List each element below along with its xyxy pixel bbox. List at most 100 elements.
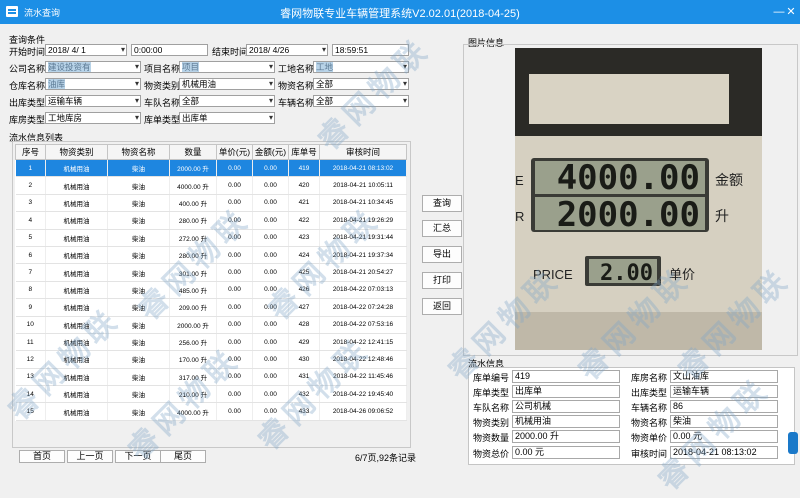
info-material-name-value: 柴油	[670, 415, 778, 428]
info-quantity-value: 2000.00 升	[512, 430, 620, 443]
table-cell: 9	[15, 298, 46, 317]
end-time-input[interactable]: 18:59:51	[332, 44, 409, 56]
table-cell: 机械用油	[45, 298, 108, 317]
table-cell: 机械用油	[45, 281, 108, 300]
table-cell: 6	[15, 246, 46, 265]
table-cell: 317.00 升	[169, 368, 217, 387]
close-icon[interactable]: ✕	[782, 3, 800, 21]
table-row[interactable]: 3 机械用油 柴油 400.00 升 0.00 0.00 421 2018-04-21 10:…	[15, 194, 407, 213]
column-header[interactable]: 审核时间	[319, 144, 407, 160]
project-label: 项目名称	[144, 64, 181, 74]
site-select[interactable]: 工地	[313, 61, 409, 73]
info-total-value: 0.00 元	[512, 446, 620, 459]
column-header[interactable]: 序号	[15, 144, 46, 160]
out-type-select[interactable]: 运输车辆	[45, 95, 141, 107]
material-name-label: 物资名称	[278, 81, 315, 91]
next-page-button[interactable]: 下一页	[115, 450, 161, 463]
query-button[interactable]: 查询	[422, 195, 462, 212]
table-row[interactable]: 7 机械用油 柴油 301.00 升 0.00 0.00 425 2018-04-21 20:…	[15, 263, 407, 282]
start-time-input[interactable]: 0:00:00	[131, 44, 208, 56]
column-header[interactable]: 物资类别	[45, 144, 108, 160]
table-cell: 机械用油	[45, 194, 108, 213]
team-select[interactable]: 全部	[179, 95, 275, 107]
project-value: 项目	[182, 62, 200, 72]
table-cell: 2018-04-21 20:54:27	[319, 263, 407, 282]
table-row[interactable]: 14 机械用油 柴油 210.00 升 0.00 0.00 432 2018-04-22 19…	[15, 385, 407, 404]
table-cell: 423	[288, 229, 320, 247]
table-row[interactable]: 6 机械用油 柴油 280.00 升 0.00 0.00 424 2018-04-21 19:…	[15, 246, 407, 265]
start-date-picker[interactable]: 2018/ 4/ 1	[45, 44, 127, 56]
pump-photo-image: 4000.00 2000.00 金额 升 E R 2.00 PRICE 单价	[515, 48, 762, 350]
info-total-label: 物资总价	[472, 449, 509, 459]
window-title: 睿网物联专业车辆管理系统V2.02.01(2018-04-25)	[280, 8, 520, 20]
table-row[interactable]: 12 机械用油 柴油 170.00 升 0.00 0.00 430 2018-04-22 12…	[15, 350, 407, 369]
table-row[interactable]: 13 机械用油 柴油 317.00 升 0.00 0.00 431 2018-04-22 11…	[15, 368, 407, 387]
table-row[interactable]: 4 机械用油 柴油 280.00 升 0.00 0.00 422 2018-04-21 19:…	[15, 211, 407, 230]
summary-button[interactable]: 汇总	[422, 220, 462, 237]
table-cell: 0.00	[216, 229, 253, 247]
column-header[interactable]: 数量	[169, 144, 217, 160]
table-cell: 0.00	[216, 246, 253, 265]
table-row[interactable]: 9 机械用油 柴油 209.00 升 0.00 0.00 427 2018-04-22 07:…	[15, 298, 407, 317]
end-date-picker[interactable]: 2018/ 4/26	[246, 44, 328, 56]
table-cell: 2018-04-22 19:45:40	[319, 385, 407, 404]
table-cell: 280.00 升	[169, 211, 217, 230]
table-row[interactable]: 15 机械用油 柴油 4000.00 升 0.00 0.00 433 2018-04-26 0…	[15, 402, 407, 421]
sign-e: E	[515, 173, 524, 188]
material-name-select[interactable]: 全部	[313, 78, 409, 90]
company-value: 建设投资有	[48, 62, 91, 72]
company-select[interactable]: 建设投资有	[45, 61, 141, 73]
table-cell: 485.00 升	[169, 281, 217, 300]
table-cell: 柴油	[107, 246, 170, 265]
table-cell: 272.00 升	[169, 229, 217, 247]
doc-no-value: 419	[512, 370, 620, 383]
material-type-label: 物资类别	[144, 81, 181, 91]
table-row[interactable]: 2 机械用油 柴油 4000.00 升 0.00 0.00 420 2018-04-21 10…	[15, 176, 407, 195]
warehouse-type-select[interactable]: 工地库房	[45, 112, 141, 124]
table-cell: 机械用油	[45, 159, 108, 178]
table-cell: 机械用油	[45, 402, 108, 421]
table-row[interactable]: 8 机械用油 柴油 485.00 升 0.00 0.00 426 2018-04-22 07:…	[15, 281, 407, 300]
volume-display: 2000.00	[557, 195, 700, 235]
table-cell: 机械用油	[45, 246, 108, 265]
warehouse-select[interactable]: 油库	[45, 78, 141, 90]
price-display: 2.00	[600, 261, 653, 286]
table-row[interactable]: 10 机械用油 柴油 2000.00 升 0.00 0.00 428 2018-04-22 0…	[15, 316, 407, 334]
print-button[interactable]: 打印	[422, 272, 462, 289]
first-page-button[interactable]: 首页	[19, 450, 65, 463]
table-row[interactable]: 11 机械用油 柴油 256.00 升 0.00 0.00 429 2018-04-22 12…	[15, 333, 407, 352]
table-cell: 4000.00 升	[169, 402, 217, 421]
table-cell: 机械用油	[45, 385, 108, 404]
table-cell: 419	[288, 159, 320, 178]
doc-type-select[interactable]: 出库单	[179, 112, 275, 124]
info-price-value: 0.00 元	[670, 430, 778, 443]
table-cell: 14	[15, 385, 46, 404]
pump-photo: 4000.00 2000.00 金额 升 E R 2.00 PRICE 单价	[515, 48, 762, 350]
flow-table: 序号 物资类别 物资名称 数量 单价(元) 金额(元) 库单号 审核时间 1 机械用油 柴油 200…	[15, 144, 407, 421]
table-cell: 0.00	[216, 281, 253, 300]
table-cell: 0.00	[216, 350, 253, 369]
vehicle-select[interactable]: 全部	[313, 95, 409, 107]
column-header[interactable]: 金额(元)	[252, 144, 289, 160]
table-cell: 0.00	[252, 159, 289, 178]
page-status: 6/7页,92条记录	[355, 453, 417, 463]
table-cell: 0.00	[252, 385, 289, 404]
table-row[interactable]: 5 机械用油 柴油 272.00 升 0.00 0.00 423 2018-04-21 19:…	[15, 229, 407, 247]
info-audit-value: 2018-04-21 08:13:02	[670, 446, 778, 459]
material-type-select[interactable]: 机械用油	[179, 78, 275, 90]
prev-page-button[interactable]: 上一页	[67, 450, 113, 463]
back-button[interactable]: 返回	[422, 298, 462, 315]
table-cell: 421	[288, 194, 320, 213]
last-page-button[interactable]: 尾页	[160, 450, 206, 463]
table-cell: 2000.00 升	[169, 159, 217, 178]
table-cell: 2000.00 升	[169, 316, 217, 334]
project-select[interactable]: 项目	[179, 61, 275, 73]
table-cell: 170.00 升	[169, 350, 217, 369]
column-header[interactable]: 单价(元)	[216, 144, 253, 160]
export-button[interactable]: 导出	[422, 246, 462, 263]
column-header[interactable]: 物资名称	[107, 144, 170, 160]
info-quantity-label: 物资数量	[472, 433, 509, 443]
column-header[interactable]: 库单号	[288, 144, 320, 160]
float-tool-icon[interactable]	[788, 432, 798, 454]
table-row[interactable]: 1 机械用油 柴油 2000.00 升 0.00 0.00 419 2018-04-21 08…	[15, 159, 407, 178]
